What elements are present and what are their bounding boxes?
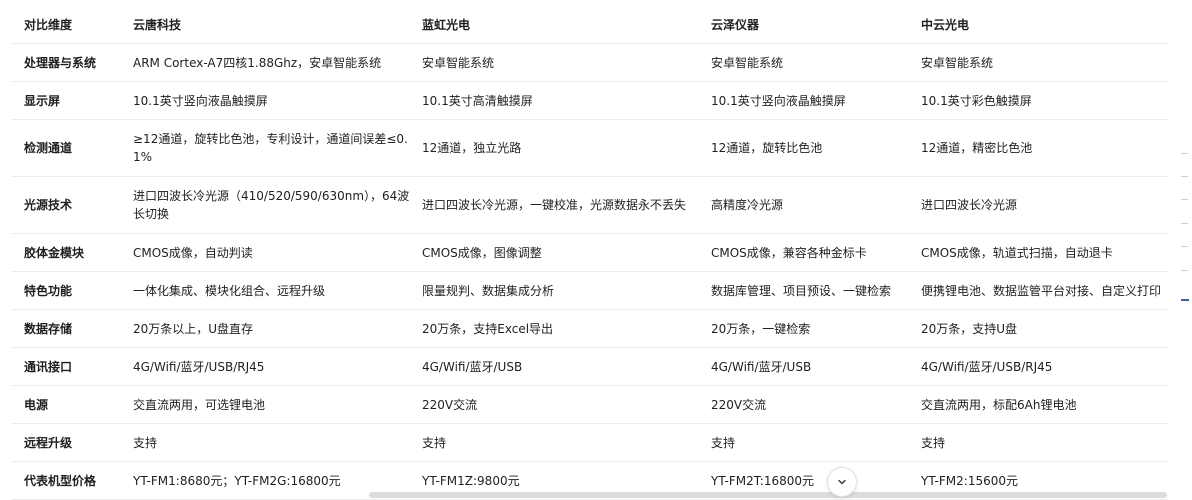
table-cell: CMOS成像，轨道式扫描，自动退卡	[909, 233, 1168, 272]
table-row: 显示屏 10.1英寸竖向液晶触摸屏 10.1英寸高清触摸屏 10.1英寸竖向液晶…	[12, 81, 1168, 120]
table-cell: 一体化集成、模块化组合、远程升级	[121, 271, 410, 310]
header-cell: 中云光电	[909, 6, 1168, 44]
dimension-cell: 远程升级	[12, 423, 121, 462]
table-cell: 4G/Wifi/蓝牙/USB	[410, 347, 699, 386]
table-cell: 10.1英寸高清触摸屏	[410, 81, 699, 120]
table-cell: 便携锂电池、数据监管平台对接、自定义打印	[909, 271, 1168, 310]
table-cell: CMOS成像，兼容各种金标卡	[699, 233, 909, 272]
table-cell: 进口四波长冷光源（410/520/590/630nm），64波长切换	[121, 176, 410, 234]
header-cell: 云唐科技	[121, 6, 410, 44]
scroll-down-button[interactable]	[827, 467, 857, 497]
table-cell: 支持	[909, 423, 1168, 462]
table-cell: 交直流两用，可选锂电池	[121, 385, 410, 424]
table-cell: 支持	[410, 423, 699, 462]
outline-tick[interactable]	[1181, 176, 1188, 177]
table-cell: 安卓智能系统	[909, 43, 1168, 82]
table-cell: CMOS成像，图像调整	[410, 233, 699, 272]
dimension-cell: 光源技术	[12, 176, 121, 234]
table-cell: YT-FM1:8680元；YT-FM2G:16800元	[121, 461, 410, 500]
table-cell: 10.1英寸竖向液晶触摸屏	[121, 81, 410, 120]
table-cell: 支持	[699, 423, 909, 462]
table-header-row: 对比维度 云唐科技 蓝虹光电 云泽仪器 中云光电	[12, 6, 1168, 44]
page-outline-indicator	[1181, 150, 1189, 310]
dimension-cell: 胶体金模块	[12, 233, 121, 272]
table-cell: 进口四波长冷光源	[909, 176, 1168, 234]
outline-tick[interactable]	[1181, 270, 1188, 271]
dimension-cell: 通讯接口	[12, 347, 121, 386]
table-cell: 10.1英寸彩色触摸屏	[909, 81, 1168, 120]
table-cell: 4G/Wifi/蓝牙/USB/RJ45	[121, 347, 410, 386]
table-row: 电源 交直流两用，可选锂电池 220V交流 220V交流 交直流两用，标配6Ah…	[12, 385, 1168, 424]
outline-tick[interactable]	[1181, 153, 1188, 154]
table-cell: 20万条，支持U盘	[909, 309, 1168, 348]
table-cell: 20万条，一键检索	[699, 309, 909, 348]
table-cell: 12通道，精密比色池	[909, 119, 1168, 177]
table-row: 远程升级 支持 支持 支持 支持	[12, 423, 1168, 462]
table-cell: 220V交流	[699, 385, 909, 424]
table-cell: 20万条以上，U盘直存	[121, 309, 410, 348]
table-cell: 安卓智能系统	[699, 43, 909, 82]
outline-tick[interactable]	[1181, 246, 1188, 247]
table-cell: 安卓智能系统	[410, 43, 699, 82]
table-cell: 4G/Wifi/蓝牙/USB	[699, 347, 909, 386]
table-cell: 高精度冷光源	[699, 176, 909, 234]
table-row: 通讯接口 4G/Wifi/蓝牙/USB/RJ45 4G/Wifi/蓝牙/USB …	[12, 347, 1168, 386]
table-row: 检测通道 ≥12通道，旋转比色池，专利设计，通道间误差≤0.1% 12通道，独立…	[12, 119, 1168, 177]
table-cell: 10.1英寸竖向液晶触摸屏	[699, 81, 909, 120]
dimension-cell: 特色功能	[12, 271, 121, 310]
scrollbar-thumb[interactable]	[369, 492, 1167, 498]
table-cell: 20万条，支持Excel导出	[410, 309, 699, 348]
table-cell: ARM Cortex-A7四核1.88Ghz，安卓智能系统	[121, 43, 410, 82]
header-cell: 云泽仪器	[699, 6, 909, 44]
table-row: 光源技术 进口四波长冷光源（410/520/590/630nm），64波长切换 …	[12, 176, 1168, 234]
table-row: 数据存储 20万条以上，U盘直存 20万条，支持Excel导出 20万条，一键检…	[12, 309, 1168, 348]
horizontal-scrollbar[interactable]	[369, 492, 1167, 498]
table-cell: CMOS成像，自动判读	[121, 233, 410, 272]
table-cell: 4G/Wifi/蓝牙/USB/RJ45	[909, 347, 1168, 386]
table-row: 处理器与系统 ARM Cortex-A7四核1.88Ghz，安卓智能系统 安卓智…	[12, 43, 1168, 82]
outline-tick-active[interactable]	[1181, 299, 1189, 301]
header-cell: 蓝虹光电	[410, 6, 699, 44]
table-row: 胶体金模块 CMOS成像，自动判读 CMOS成像，图像调整 CMOS成像，兼容各…	[12, 233, 1168, 272]
chevron-down-icon	[836, 473, 848, 492]
table-cell: 12通道，独立光路	[410, 119, 699, 177]
dimension-cell: 代表机型价格	[12, 461, 121, 500]
table-cell: 限量规判、数据集成分析	[410, 271, 699, 310]
dimension-cell: 数据存储	[12, 309, 121, 348]
table-cell: 进口四波长冷光源，一键校准，光源数据永不丢失	[410, 176, 699, 234]
table-cell: 支持	[121, 423, 410, 462]
table-cell: 数据库管理、项目预设、一键检索	[699, 271, 909, 310]
dimension-cell: 电源	[12, 385, 121, 424]
table-cell: 12通道，旋转比色池	[699, 119, 909, 177]
comparison-table-container: 对比维度 云唐科技 蓝虹光电 云泽仪器 中云光电 处理器与系统 ARM Cort…	[12, 6, 1168, 500]
dimension-cell: 检测通道	[12, 119, 121, 177]
outline-tick[interactable]	[1181, 199, 1188, 200]
table-row: 特色功能 一体化集成、模块化组合、远程升级 限量规判、数据集成分析 数据库管理、…	[12, 271, 1168, 310]
dimension-cell: 处理器与系统	[12, 43, 121, 82]
dimension-cell: 显示屏	[12, 81, 121, 120]
table-cell: 220V交流	[410, 385, 699, 424]
outline-tick[interactable]	[1181, 223, 1188, 224]
comparison-table: 对比维度 云唐科技 蓝虹光电 云泽仪器 中云光电 处理器与系统 ARM Cort…	[12, 6, 1168, 500]
header-cell: 对比维度	[12, 6, 121, 44]
table-cell: ≥12通道，旋转比色池，专利设计，通道间误差≤0.1%	[121, 119, 410, 177]
table-cell: 交直流两用，标配6Ah锂电池	[909, 385, 1168, 424]
